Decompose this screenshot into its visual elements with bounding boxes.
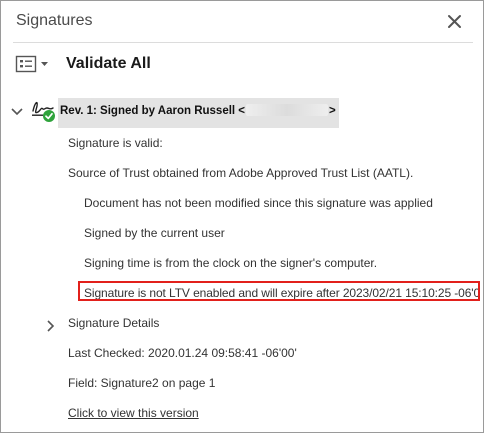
close-icon	[448, 15, 461, 28]
signature-valid-text: Signature is valid:	[68, 136, 163, 150]
field-text: Field: Signature2 on page 1	[68, 376, 216, 390]
ltv-warning-text: Signature is not LTV enabled and will ex…	[84, 286, 480, 300]
options-menu-button[interactable]	[15, 54, 55, 76]
signature-header[interactable]: Rev. 1: Signed by Aaron Russell < >	[58, 98, 339, 128]
validate-all-button[interactable]: Validate All	[66, 55, 151, 73]
signature-valid-icon	[30, 96, 56, 122]
list-options-icon	[15, 55, 48, 73]
signature-header-prefix: Rev. 1: Signed by Aaron Russell <	[60, 105, 246, 117]
signature-header-text: Rev. 1: Signed by Aaron Russell < >	[60, 104, 336, 117]
last-checked-text: Last Checked: 2020.01.24 09:58:41 -06'00…	[68, 346, 297, 360]
trust-source-text: Source of Trust obtained from Adobe Appr…	[68, 166, 414, 180]
ltv-warning-highlight: Signature is not LTV enabled and will ex…	[78, 281, 480, 301]
signature-details-item[interactable]: Signature Details	[68, 316, 159, 330]
signatures-panel: Signatures Validate All Rev. 1: Signed b…	[0, 0, 484, 433]
signature-header-suffix: >	[329, 105, 336, 117]
chevron-down-icon	[11, 108, 23, 116]
signed-by-text: Signed by the current user	[84, 226, 225, 240]
signature-details-toggle[interactable]	[46, 319, 56, 333]
collapse-signature-toggle[interactable]	[10, 104, 24, 116]
redacted-email	[246, 104, 329, 116]
signing-time-text: Signing time is from the clock on the si…	[84, 256, 378, 270]
view-version-link[interactable]: Click to view this version	[68, 406, 199, 420]
close-button[interactable]	[445, 12, 465, 32]
chevron-right-icon	[47, 320, 55, 332]
not-modified-text: Document has not been modified since thi…	[84, 196, 433, 210]
header-divider	[13, 42, 473, 43]
panel-title: Signatures	[16, 12, 93, 29]
